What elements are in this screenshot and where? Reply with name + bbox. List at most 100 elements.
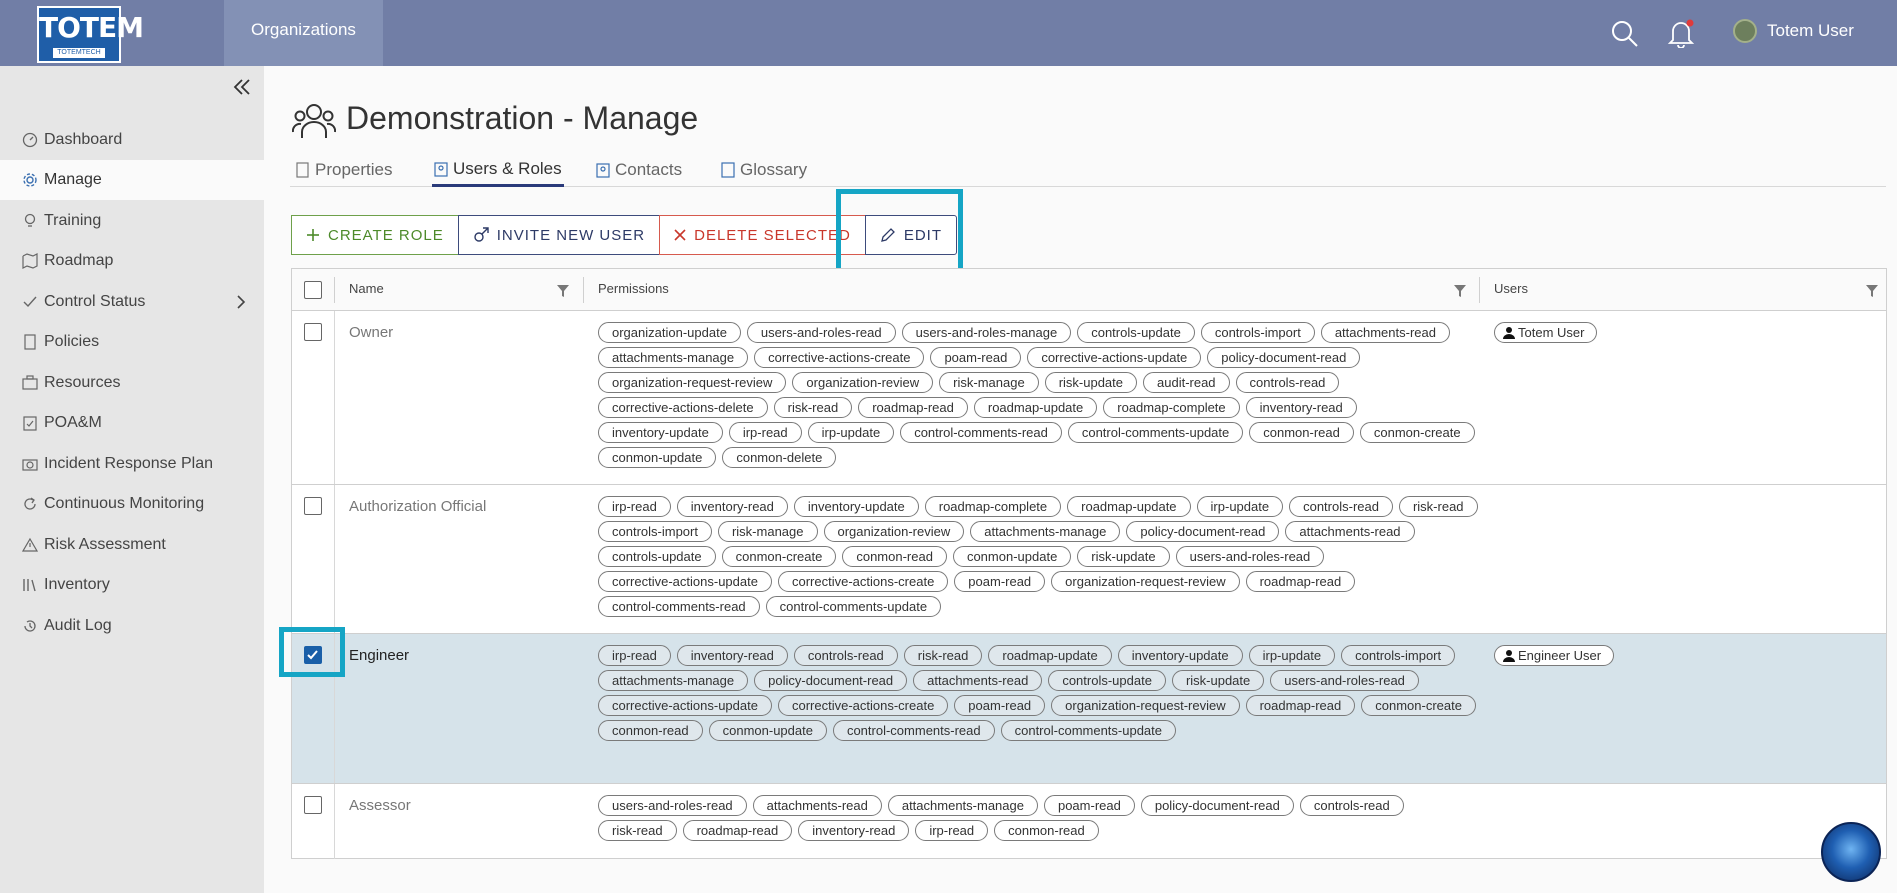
search-icon[interactable] [1609, 18, 1639, 48]
permission-pill: irp-update [1248, 645, 1336, 666]
nav-organizations[interactable]: Organizations [224, 0, 383, 66]
sidebar-item-control-status[interactable]: Control Status [0, 282, 264, 322]
permission-pill: inventory-read [1245, 397, 1357, 418]
role-name: Authorization Official [349, 498, 487, 515]
select-all-checkbox[interactable] [304, 281, 322, 299]
filter-icon[interactable] [557, 285, 569, 297]
sidebar-item-label: Policies [44, 333, 100, 350]
tab-bar: Properties Users & Roles Contacts Glossa… [290, 153, 1886, 187]
sidebar-item-resources[interactable]: Resources [0, 363, 264, 403]
bell-icon[interactable] [1666, 18, 1696, 48]
camera-icon [22, 459, 38, 471]
logo[interactable]: TOTEM TOTEMTECH [37, 6, 144, 63]
sidebar-item-dashboard[interactable]: Dashboard [0, 120, 264, 160]
table-row[interactable]: Engineer irp-read inventory-read controls-… [292, 634, 1886, 784]
row-checkbox[interactable] [304, 323, 322, 341]
user-menu[interactable]: Totem User [1733, 16, 1854, 46]
table-row[interactable]: Authorization Official irp-read inventory… [292, 485, 1886, 634]
table-row[interactable]: Owner organization-update users-and-roles… [292, 311, 1886, 485]
permission-pill: attachments-manage [598, 347, 749, 368]
permission-pill: policy-document-read [754, 670, 908, 691]
sidebar-item-incident-response-plan[interactable]: Incident Response Plan [0, 444, 264, 484]
invite-new-user-button[interactable]: INVITE NEW USER [457, 215, 661, 255]
user-chip[interactable]: Totem User [1494, 322, 1598, 343]
permission-pill: attachments-manage [598, 670, 749, 691]
permission-pill: risk-manage [939, 372, 1039, 393]
logo-text: TOTEM [39, 11, 144, 44]
sidebar-item-policies[interactable]: Policies [0, 322, 264, 362]
sidebar-item-continuous-monitoring[interactable]: Continuous Monitoring [0, 484, 264, 524]
permission-pill: audit-read [1143, 372, 1230, 393]
column-header-name[interactable]: Name [349, 281, 384, 296]
users-list: Totem User [1494, 322, 1598, 344]
permission-list: irp-read inventory-read inventory-update ro… [598, 496, 1478, 617]
permission-pill: controls-read [1299, 795, 1404, 816]
permission-pill: corrective-actions-update [598, 571, 772, 592]
permission-pill: irp-read [598, 645, 671, 666]
page-title: Demonstration - Manage [346, 100, 699, 136]
sidebar-item-training[interactable]: Training [0, 201, 264, 241]
button-label: DELETE SELECTED [694, 226, 851, 244]
column-header-permissions[interactable]: Permissions [598, 281, 669, 296]
permission-pill: corrective-actions-create [777, 571, 949, 592]
role-name: Owner [349, 324, 394, 341]
permission-pill: poam-read [954, 695, 1046, 716]
tab-label: Properties [315, 160, 393, 179]
column-divider [583, 277, 584, 303]
tab-glossary[interactable]: Glossary [719, 153, 809, 187]
permission-pill: irp-update [1196, 496, 1284, 517]
permission-pill: controls-read [1235, 372, 1340, 393]
contact-card-icon [596, 163, 610, 178]
engineer-checkbox-highlight [279, 627, 345, 677]
button-label: INVITE NEW USER [496, 226, 646, 244]
filter-icon[interactable] [1866, 285, 1878, 297]
permission-pill: poam-read [954, 571, 1046, 592]
chat-assistant-button[interactable] [1821, 822, 1881, 882]
sidebar-item-manage[interactable]: Manage [0, 160, 264, 200]
person-icon [1503, 327, 1515, 339]
permission-pill: controls-read [1289, 496, 1393, 517]
create-role-button[interactable]: CREATE ROLE [291, 215, 459, 255]
tab-properties[interactable]: Properties [294, 153, 394, 187]
plus-icon [307, 229, 319, 241]
tab-label: Users & Roles [453, 158, 562, 178]
permission-pill: roadmap-read [1245, 571, 1356, 592]
sidebar-item-inventory[interactable]: Inventory [0, 565, 264, 605]
invite-icon [474, 227, 489, 242]
user-chip[interactable]: Engineer User [1494, 645, 1615, 666]
permission-pill: roadmap-update [1067, 496, 1191, 517]
permission-list: users-and-roles-read attachments-read atta… [598, 795, 1478, 841]
collapse-sidebar-icon[interactable] [231, 76, 253, 98]
permission-pill: roadmap-read [1245, 695, 1356, 716]
permission-pill: users-and-roles-manage [901, 322, 1072, 343]
sidebar-item-poam[interactable]: POA&M [0, 403, 264, 443]
person-icon [1503, 650, 1515, 662]
row-checkbox[interactable] [304, 796, 322, 814]
permission-pill: organization-review [823, 521, 965, 542]
delete-selected-button[interactable]: DELETE SELECTED [659, 215, 866, 255]
sidebar-item-label: Audit Log [44, 617, 112, 634]
row-checkbox[interactable] [304, 497, 322, 515]
table-row[interactable]: Assessor users-and-roles-read attachments… [292, 784, 1886, 859]
permission-pill: users-and-roles-read [598, 795, 747, 816]
tab-users-and-roles[interactable]: Users & Roles [432, 153, 564, 187]
permission-pill: roadmap-complete [924, 496, 1062, 517]
column-header-users[interactable]: Users [1494, 281, 1528, 296]
check-icon [23, 296, 37, 308]
users-list: Engineer User [1494, 645, 1615, 667]
sidebar-item-roadmap[interactable]: Roadmap [0, 241, 264, 281]
sidebar-item-audit-log[interactable]: Audit Log [0, 606, 264, 646]
permission-pill: risk-update [1171, 670, 1265, 691]
permission-pill: policy-document-read [1126, 521, 1280, 542]
role-name: Assessor [349, 797, 411, 814]
gear-icon [23, 173, 37, 187]
column-divider [334, 277, 335, 303]
permission-pill: attachments-manage [887, 795, 1038, 816]
sidebar-item-risk-assessment[interactable]: Risk Assessment [0, 525, 264, 565]
sidebar-item-label: POA&M [44, 414, 102, 431]
tab-label: Contacts [615, 160, 683, 179]
chevron-right-icon[interactable] [233, 294, 249, 310]
tab-contacts[interactable]: Contacts [594, 153, 684, 187]
permission-pill: conmon-read [994, 820, 1099, 841]
filter-icon[interactable] [1454, 285, 1466, 297]
